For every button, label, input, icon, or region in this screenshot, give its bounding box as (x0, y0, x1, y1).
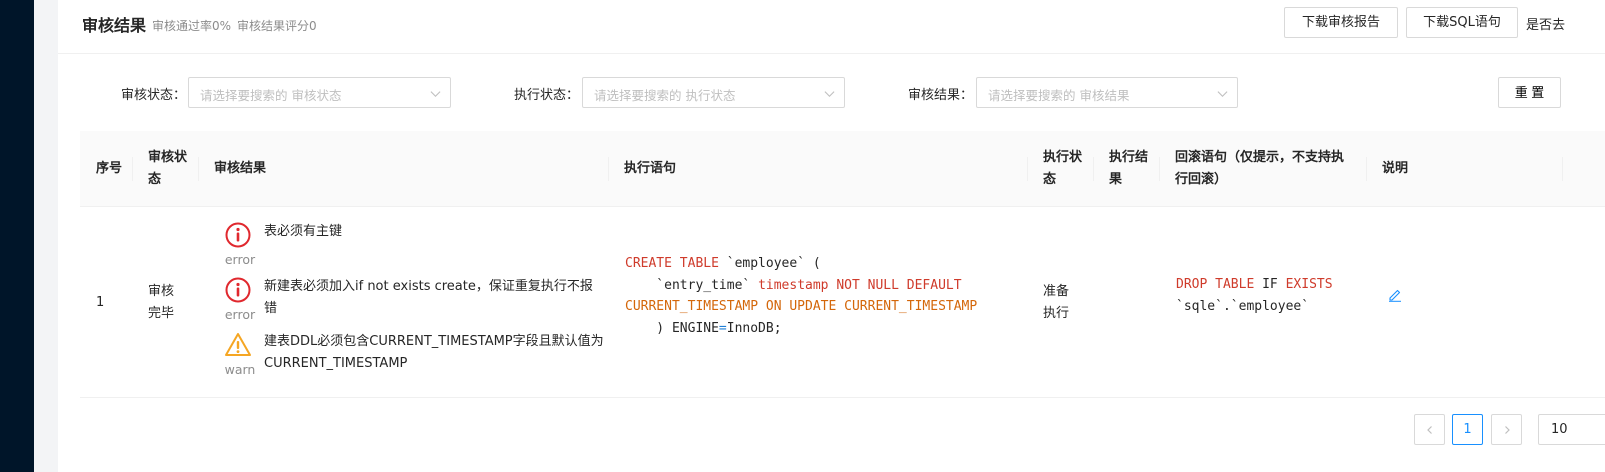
error-icon (225, 277, 251, 303)
row-audit-status: 审核完毕 (148, 284, 175, 321)
sql-keyword-exists: EXISTS (1285, 277, 1333, 292)
sql-keyword-if: IF (1254, 277, 1286, 292)
page-size-select[interactable]: 10 (1538, 414, 1605, 445)
audit-result-panel: 审核结果 审核通过率0% 审核结果评分0 下载审核报告 下载SQL语句 是否去 … (58, 0, 1605, 472)
pagination-page-item[interactable]: 1 (1452, 414, 1483, 445)
audit-result-select[interactable]: 请选择要搜索的 审核结果 (976, 77, 1238, 108)
result-message: 表必须有主键 (264, 224, 343, 239)
rollback-statement: DROP TABLE IF EXISTS `sqle`.`employee` (1176, 274, 1333, 317)
column-header-exec-status: 执行状态 (1043, 150, 1083, 187)
result-level: warn (224, 362, 256, 377)
pass-rate-text: 审核通过率0% (152, 19, 232, 33)
row-index: 1 (96, 295, 105, 310)
column-header-audit-status: 审核状态 (148, 150, 188, 187)
result-level: error (224, 252, 256, 267)
panel-header: 审核结果 审核通过率0% 审核结果评分0 下载审核报告 下载SQL语句 是否去 (58, 0, 1605, 54)
chevron-right-icon (1504, 426, 1510, 434)
left-nav-sidebar (0, 0, 34, 472)
page-gutter (34, 0, 58, 472)
column-header-rollback: 回滚语句（仅提示，不支持执行回滚） (1175, 150, 1345, 187)
download-report-button[interactable]: 下载审核报告 (1284, 7, 1398, 38)
audit-score-text: 审核结果评分0 (237, 19, 317, 33)
warning-icon (225, 333, 251, 356)
edit-icon[interactable] (1388, 288, 1402, 302)
result-message: 新建表必须加入if not exists create，保证重复执行不报错 (264, 279, 593, 316)
pagination-prev-button[interactable] (1414, 414, 1445, 445)
audit-result-filter-label: 审核结果： (908, 88, 974, 103)
result-message: 建表DDL必须包含CURRENT_TIMESTAMP字段且默认值为CURRENT… (264, 334, 604, 371)
table-header: 序号 审核状态 审核结果 执行语句 执行状态 执行结果 回滚语句（仅提示，不支持… (80, 131, 1605, 207)
audit-status-placeholder: 请选择要搜索的 审核状态 (200, 88, 342, 103)
audit-result-item: error 新建表必须加入if not exists create，保证重复执行… (224, 276, 604, 326)
chevron-left-icon (1426, 426, 1432, 434)
column-header-index: 序号 (96, 161, 123, 176)
download-sql-button[interactable]: 下载SQL语句 (1406, 7, 1518, 38)
audit-result-placeholder: 请选择要搜索的 审核结果 (988, 88, 1130, 103)
exec-status-select[interactable]: 请选择要搜索的 执行状态 (582, 77, 845, 108)
audit-status-select[interactable]: 请选择要搜索的 审核状态 (188, 77, 451, 108)
sql-keyword: CREATE TABLE (625, 256, 719, 271)
column-header-sql: 执行语句 (624, 161, 677, 176)
column-header-exec-result: 执行结果 (1109, 150, 1149, 187)
error-icon (225, 222, 251, 248)
column-header-audit-result: 审核结果 (214, 161, 267, 176)
pagination-next-button[interactable] (1491, 414, 1522, 445)
header-truncated-text: 是否去 (1526, 18, 1566, 33)
sql-keyword: DROP TABLE (1176, 277, 1255, 292)
chevron-down-icon (430, 91, 441, 98)
sql-statement: CREATE TABLE `employee` ( `entry_time` t… (625, 253, 977, 339)
sql-timestamp-clause: CURRENT_TIMESTAMP ON UPDATE CURRENT_TIME… (625, 299, 978, 314)
sql-engine-name: InnoDB; (726, 320, 782, 336)
sql-target-table: `sqle`.`employee` (1176, 298, 1310, 314)
exec-status-placeholder: 请选择要搜索的 执行状态 (594, 88, 736, 103)
sql-table-name: `employee` ( (718, 256, 821, 271)
audit-status-filter-label: 审核状态： (121, 88, 187, 103)
row-exec-status: 准备执行 (1043, 284, 1070, 321)
sql-operator: = (718, 320, 727, 336)
sql-column-name: `entry_time` (625, 277, 759, 293)
sql-engine-clause: ) ENGINE (625, 320, 719, 336)
result-level: error (224, 307, 256, 322)
table-row: 1 审核完毕 error 表必须有主键 error 新建表必须加入if not … (80, 207, 1605, 398)
audit-result-item: error 表必须有主键 (224, 221, 604, 271)
audit-result-item: warn 建表DDL必须包含CURRENT_TIMESTAMP字段且默认值为CU… (224, 331, 604, 381)
chevron-down-icon (1217, 91, 1228, 98)
column-divider (1562, 157, 1563, 181)
reset-button[interactable]: 重 置 (1498, 77, 1561, 108)
chevron-down-icon (824, 91, 835, 98)
column-header-description: 说明 (1382, 161, 1409, 176)
exec-status-filter-label: 执行状态： (514, 88, 580, 103)
page-title: 审核结果 (82, 16, 147, 35)
sql-column-type: timestamp NOT NULL DEFAULT (758, 277, 962, 293)
